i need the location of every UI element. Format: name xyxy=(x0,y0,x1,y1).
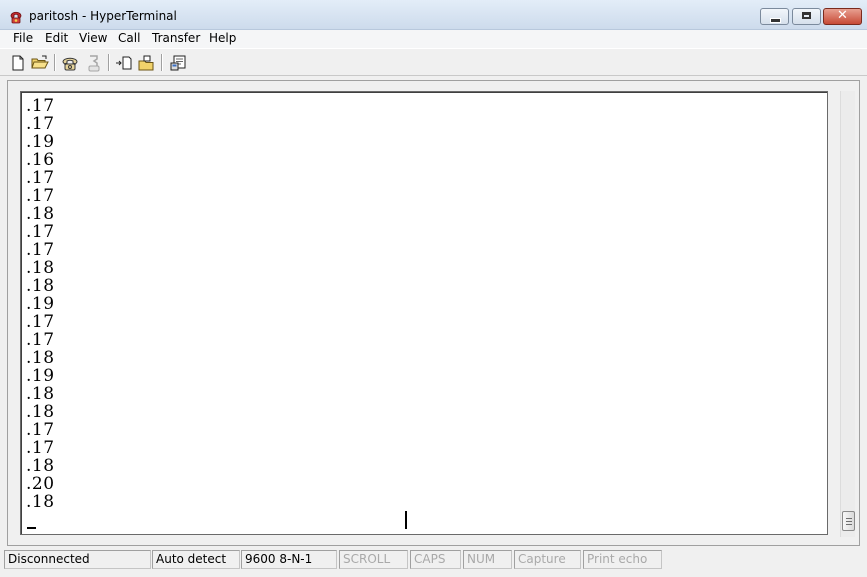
terminal-line: .20 xyxy=(26,474,55,494)
terminal-line: .17 xyxy=(26,438,55,458)
terminal-line: .17 xyxy=(26,186,55,206)
status-detect: Auto detect xyxy=(152,550,240,569)
terminal-line: .17 xyxy=(26,240,55,260)
terminal-line: .17 xyxy=(26,312,55,332)
disconnect-phone-icon[interactable] xyxy=(84,53,104,73)
toolbar-separator xyxy=(54,54,56,71)
hyperterminal-phone-icon[interactable] xyxy=(8,8,24,24)
status-connection: Disconnected xyxy=(4,550,151,569)
receive-file-icon[interactable] xyxy=(137,53,157,73)
terminal-line: .17 xyxy=(26,96,55,116)
terminal-cursor xyxy=(27,527,36,529)
terminal-line: .18 xyxy=(26,384,55,404)
window-title: paritosh - HyperTerminal xyxy=(29,9,177,23)
terminal-line: .19 xyxy=(26,366,55,386)
status-scroll: SCROLL xyxy=(339,550,408,569)
terminal-line: .17 xyxy=(26,114,55,134)
close-button[interactable]: ✕ xyxy=(823,8,862,25)
terminal-frame: .17.17.19.16.17.17.18.17.17.18.18.19.17.… xyxy=(7,80,860,546)
terminal-line: .17 xyxy=(26,222,55,242)
terminal-line: .18 xyxy=(26,276,55,296)
status-port-settings: 9600 8-N-1 xyxy=(241,550,337,569)
status-num: NUM xyxy=(463,550,512,569)
terminal-line: .18 xyxy=(26,258,55,278)
grip-line xyxy=(846,524,852,525)
toolbar-separator xyxy=(161,54,163,71)
menu-transfer[interactable]: Transfer xyxy=(152,31,200,45)
terminal-line: .18 xyxy=(26,492,55,512)
terminal-output: .17.17.19.16.17.17.18.17.17.18.18.19.17.… xyxy=(26,97,55,511)
toolbar-separator xyxy=(108,54,110,71)
new-document-icon[interactable] xyxy=(8,53,28,73)
terminal-line: .18 xyxy=(26,348,55,368)
terminal-line: .17 xyxy=(26,330,55,350)
toolbar xyxy=(0,48,867,76)
send-file-icon[interactable] xyxy=(114,53,134,73)
mouse-text-caret xyxy=(405,511,407,529)
terminal-line: .19 xyxy=(26,294,55,314)
terminal-line: .17 xyxy=(26,168,55,188)
menu-edit[interactable]: Edit xyxy=(45,31,68,45)
menu-file[interactable]: File xyxy=(13,31,33,45)
terminal-window[interactable]: .17.17.19.16.17.17.18.17.17.18.18.19.17.… xyxy=(20,91,828,535)
terminal-line: .18 xyxy=(26,402,55,422)
terminal-line: .18 xyxy=(26,204,55,224)
connect-phone-icon[interactable] xyxy=(60,53,80,73)
open-folder-icon[interactable] xyxy=(30,53,50,73)
menu-help[interactable]: Help xyxy=(209,31,236,45)
terminal-line: .17 xyxy=(26,420,55,440)
close-icon: ✕ xyxy=(837,8,848,23)
menu-bar: File Edit View Call Transfer Help xyxy=(0,30,867,48)
terminal-line: .19 xyxy=(26,132,55,152)
menu-view[interactable]: View xyxy=(79,31,107,45)
minimize-button[interactable] xyxy=(760,8,789,25)
status-caps: CAPS xyxy=(410,550,461,569)
menu-call[interactable]: Call xyxy=(118,31,140,45)
status-bar: Disconnected Auto detect 9600 8-N-1 SCRO… xyxy=(0,548,867,577)
maximize-button[interactable] xyxy=(792,8,821,25)
terminal-line: .16 xyxy=(26,150,55,170)
minimize-icon xyxy=(770,18,781,23)
title-bar[interactable]: paritosh - HyperTerminal ✕ xyxy=(0,0,867,30)
vertical-scrollbar[interactable] xyxy=(840,91,855,537)
scroll-thumb[interactable] xyxy=(842,511,855,531)
properties-icon[interactable] xyxy=(168,53,188,73)
status-print-echo: Print echo xyxy=(583,550,662,569)
status-capture: Capture xyxy=(514,550,581,569)
terminal-line: .18 xyxy=(26,456,55,476)
grip-line xyxy=(846,518,852,519)
maximize-icon xyxy=(802,12,811,19)
grip-line xyxy=(846,521,852,522)
